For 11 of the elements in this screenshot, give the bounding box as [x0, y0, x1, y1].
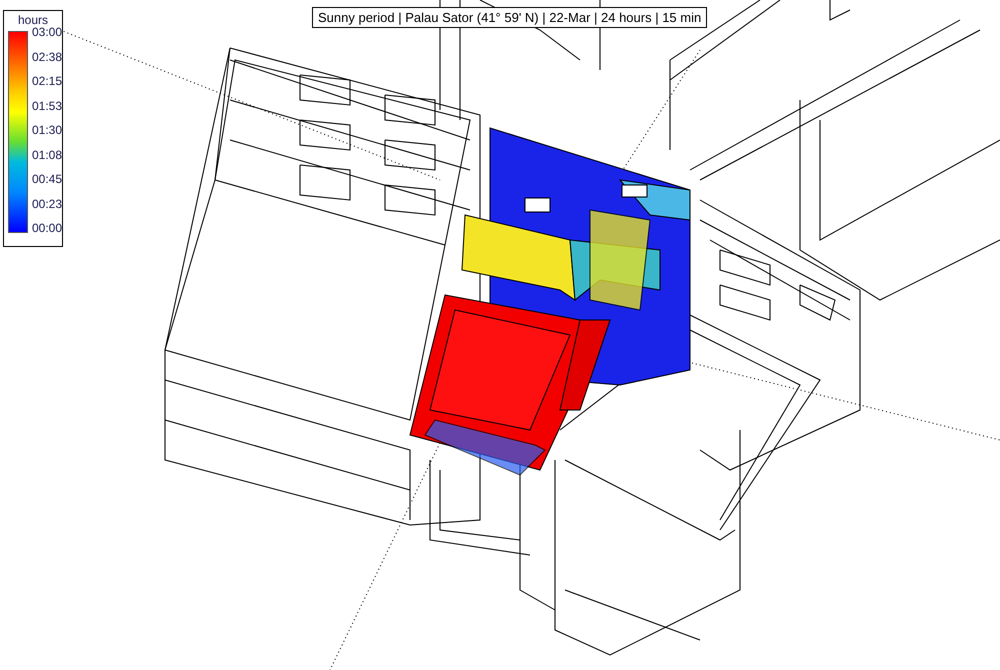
legend-tick-label: 02:15 — [32, 74, 62, 88]
legend-tick-label: 00:00 — [32, 221, 62, 235]
legend-tick-label: 01:30 — [32, 123, 62, 137]
legend-tick-label: 01:08 — [32, 148, 62, 162]
analysis-caption: Sunny period | Palau Sator (41° 59' N) | 22-Mar | 24 hours | 15 min — [312, 7, 708, 28]
legend-tick-label: 01:53 — [32, 98, 62, 112]
legend-tick-label: 00:45 — [32, 172, 62, 186]
legend-tick-label: 02:38 — [32, 50, 62, 64]
legend-unit: hours — [16, 13, 50, 27]
legend-tick-label: 03:00 — [32, 25, 62, 39]
legend-tick-label: 00:23 — [32, 196, 62, 210]
